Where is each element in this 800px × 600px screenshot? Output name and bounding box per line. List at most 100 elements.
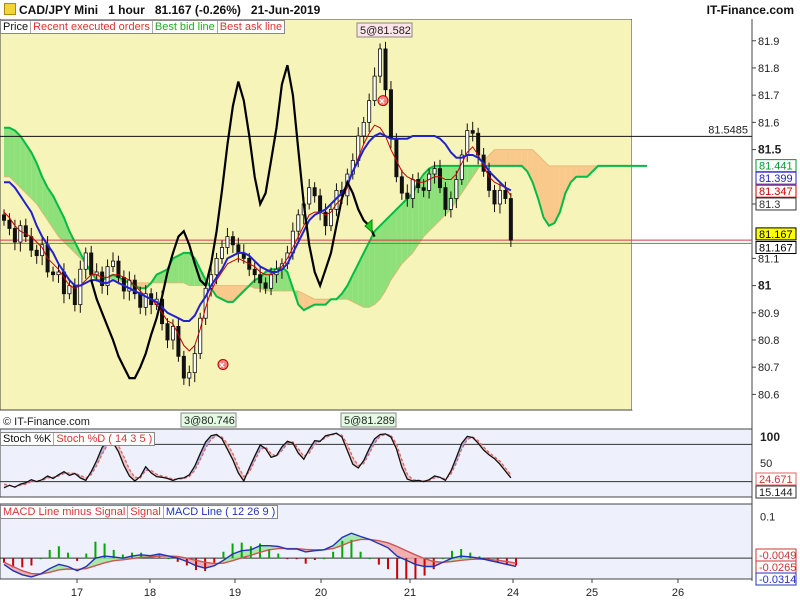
candle-body xyxy=(176,325,181,357)
cloud-orange-segment xyxy=(499,149,506,166)
price-box-label: 81.3 xyxy=(759,199,780,211)
last-price: 81.167 xyxy=(154,3,192,17)
stochastic-legend: Stoch %K Stoch %D ( 14 3 5 ) xyxy=(0,432,156,446)
cloud-orange-segment xyxy=(516,149,522,166)
macd-tick-label: 0.1 xyxy=(760,512,775,524)
candle-body xyxy=(12,228,17,243)
macd-histogram-bar xyxy=(249,546,252,559)
candle-body xyxy=(7,219,12,229)
candle-body xyxy=(492,189,497,205)
macd-histogram-bar xyxy=(213,558,216,563)
price-future-area xyxy=(632,19,752,410)
candle-body xyxy=(421,187,426,191)
candle-body xyxy=(263,282,268,289)
macd-histogram-bar xyxy=(350,539,353,559)
legend-item[interactable]: Stoch %D ( 14 3 5 ) xyxy=(54,433,154,445)
candle-body xyxy=(372,75,377,102)
cloud-green-segment xyxy=(380,220,386,300)
x-tick-label: 25 xyxy=(586,587,598,599)
y-tick-label: 81.9 xyxy=(758,36,779,48)
candle-body xyxy=(165,323,170,341)
macd-histogram-bar xyxy=(39,558,42,560)
price-box-label: 81.347 xyxy=(759,186,793,198)
macd-histogram-bar xyxy=(341,540,344,559)
macd-histogram-bar xyxy=(451,550,453,559)
candle-body xyxy=(2,214,7,221)
candle-body xyxy=(269,274,274,289)
cloud-orange-segment xyxy=(576,165,582,177)
legend-item[interactable]: Price xyxy=(1,21,32,33)
macd-histogram-bar xyxy=(368,558,371,560)
price-change: (-0.26%) xyxy=(194,3,241,17)
stochastic-tick-label: 50 xyxy=(760,458,772,470)
trade-marker-x: × xyxy=(219,360,225,371)
macd-histogram-bar xyxy=(277,553,280,559)
cloud-orange-segment xyxy=(505,149,511,166)
macd-histogram-bar xyxy=(222,551,225,559)
legend-item[interactable]: Recent executed orders xyxy=(31,21,153,33)
legend-item[interactable]: MACD Line minus Signal xyxy=(1,506,129,518)
price-box: 81.167 xyxy=(755,241,797,255)
order-annotation-label: 3@80.746 xyxy=(184,415,235,427)
price-box-label: 81.441 xyxy=(759,161,793,173)
stochastic-tick-label: 100 xyxy=(760,430,780,444)
macd-value: -0.0049 xyxy=(759,550,796,562)
candle-body xyxy=(51,271,56,276)
cloud-orange-segment xyxy=(494,149,500,166)
macd-legend: MACD Line minus Signal Signal MACD Line ( … xyxy=(0,505,279,519)
legend-item[interactable]: MACD Line ( 12 26 9 ) xyxy=(164,506,277,518)
cloud-green-segment xyxy=(396,203,402,272)
x-tick-label: 20 xyxy=(315,587,327,599)
candle-body xyxy=(296,214,301,232)
cloud-orange-segment xyxy=(510,149,517,166)
macd-histogram-bar xyxy=(359,551,362,559)
candle-body xyxy=(318,195,323,213)
candle-body xyxy=(56,271,61,276)
macd-histogram-bar xyxy=(94,541,97,559)
y-tick-label: 81.8 xyxy=(758,63,779,75)
candle-body xyxy=(361,121,366,137)
price-box: 81.441 xyxy=(755,159,797,173)
x-tick-label: 24 xyxy=(507,587,519,599)
candle-body xyxy=(18,225,23,243)
cloud-green-segment xyxy=(4,127,10,177)
cloud-green-segment xyxy=(14,130,21,188)
legend-item[interactable]: Signal xyxy=(128,506,164,518)
candle-body xyxy=(399,176,404,194)
legend-item[interactable]: Stoch %K xyxy=(1,433,55,445)
candle-body xyxy=(432,168,437,175)
legend-item[interactable]: Best bid line xyxy=(153,21,218,33)
cloud-orange-segment xyxy=(227,285,233,302)
trade-marker-x: × xyxy=(379,97,385,108)
instrument-icon xyxy=(4,3,16,15)
candle-body xyxy=(138,293,143,308)
cloud-green-segment xyxy=(374,225,381,305)
candle-body xyxy=(405,192,410,199)
candle-body xyxy=(503,189,508,199)
cloud-orange-segment xyxy=(549,165,555,226)
legend-item[interactable]: Best ask line xyxy=(218,21,284,33)
cloud-orange-segment xyxy=(581,165,588,177)
cloud-green-segment xyxy=(407,193,413,259)
x-tick-label: 21 xyxy=(404,587,416,599)
price-box: 81.167 xyxy=(755,227,797,241)
macd-histogram-bar xyxy=(313,558,316,560)
y-tick-label: 80.7 xyxy=(758,362,779,374)
candle-body xyxy=(252,268,257,276)
candle-body xyxy=(410,179,415,199)
macd-histogram-bar xyxy=(57,546,60,559)
macd-histogram-bar xyxy=(304,558,307,564)
candle-body xyxy=(307,187,312,205)
candle-body xyxy=(181,355,186,379)
y-tick-label: 80.9 xyxy=(758,308,779,320)
macd-histogram-bar xyxy=(204,558,207,571)
macd-value: -0.0265 xyxy=(759,562,796,574)
candle-body xyxy=(236,244,241,254)
candle-body xyxy=(443,187,448,210)
macd-histogram-bar xyxy=(332,551,335,559)
candle-body xyxy=(29,236,34,251)
y-tick-label: 81.7 xyxy=(758,90,779,102)
cloud-green-segment xyxy=(385,214,391,292)
candle-body xyxy=(111,260,116,267)
candle-body xyxy=(437,168,442,189)
